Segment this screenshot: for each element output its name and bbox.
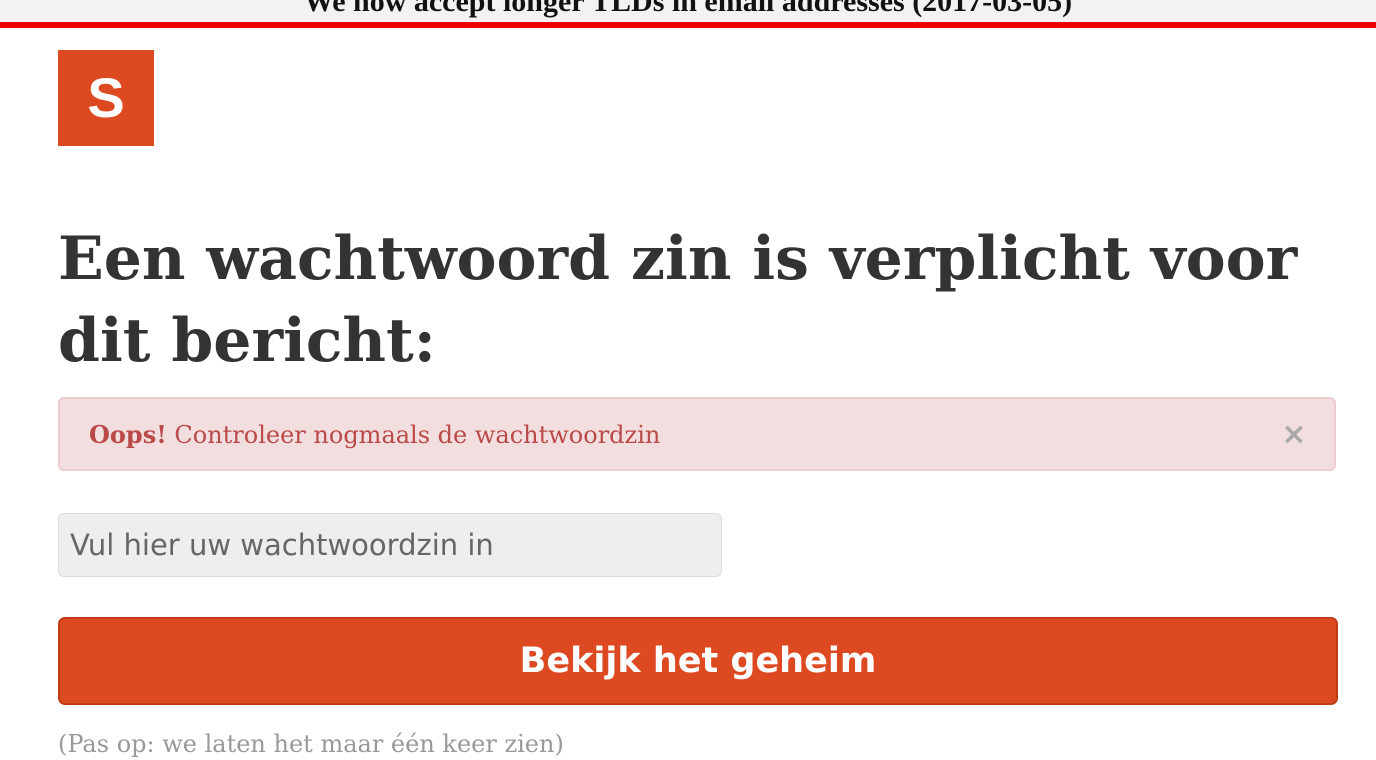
alert-strong-label: Oops! [89, 420, 167, 449]
passphrase-input[interactable] [58, 513, 722, 577]
error-alert: Oops! Controleer nogmaals de wachtwoordz… [58, 397, 1336, 471]
page-title: Een wachtwoord zin is verplicht voor dit… [58, 224, 1298, 376]
alert-text: Oops! Controleer nogmaals de wachtwoordz… [89, 419, 660, 451]
site-logo[interactable]: S [58, 50, 154, 146]
close-icon[interactable]: × [1280, 417, 1308, 453]
announcement-text: We now accept longer TLDs in email addre… [303, 0, 1073, 18]
announcement-banner: We now accept longer TLDs in email addre… [0, 0, 1376, 28]
logo-letter: S [87, 66, 125, 129]
view-secret-button[interactable]: Bekijk het geheim [58, 617, 1338, 705]
alert-message: Controleer nogmaals de wachtwoordzin [174, 421, 661, 449]
one-time-warning: (Pas op: we laten het maar één keer zien… [58, 730, 564, 758]
